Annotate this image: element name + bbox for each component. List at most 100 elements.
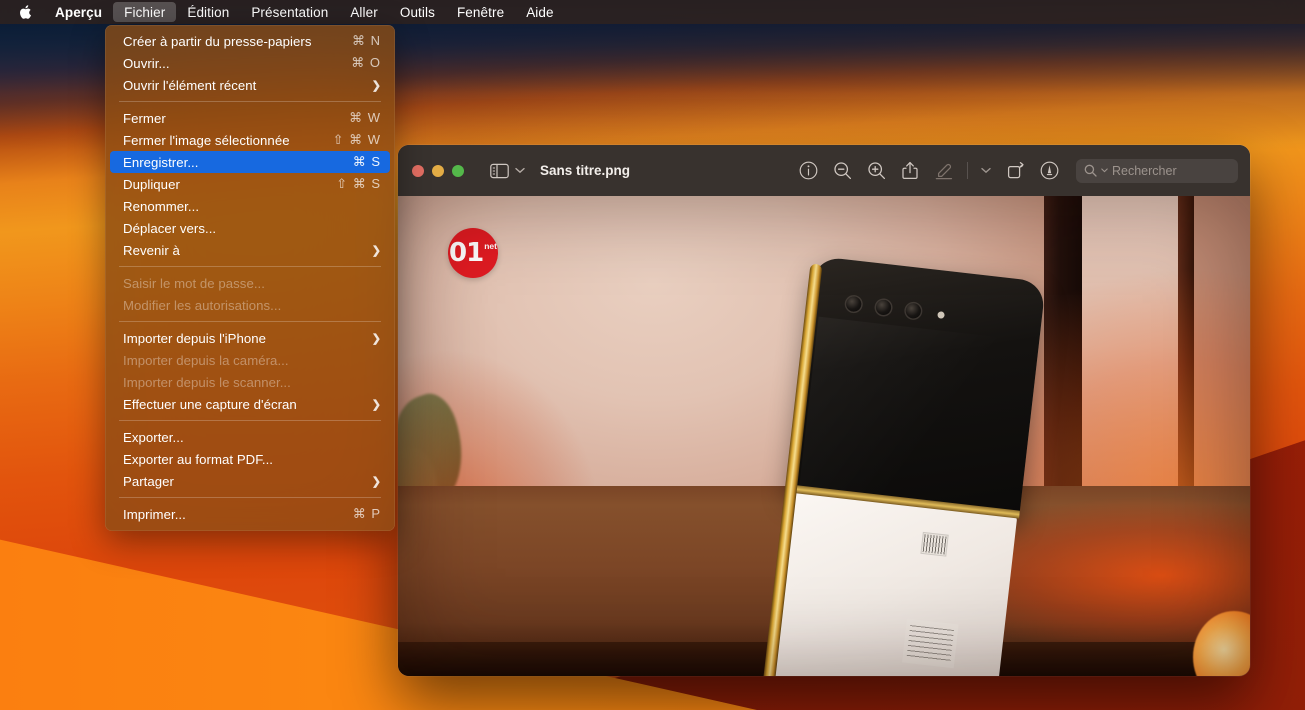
menu-item-label: Importer depuis la caméra...	[123, 352, 289, 368]
window-controls	[412, 164, 464, 177]
menu-item-saisir-le-mot-de-passe: Saisir le mot de passe...	[110, 272, 390, 294]
menu-item-label: Exporter au format PDF...	[123, 451, 274, 467]
menu-bar-item-dition[interactable]: Édition	[176, 2, 240, 22]
menu-separator	[119, 321, 381, 322]
menu-item-shortcut: ⇧ ⌘ W	[332, 132, 381, 147]
menu-item-ouvrir-l-l-ment-r-cent[interactable]: Ouvrir l'élément récent ❯	[110, 74, 390, 96]
zoom-in-icon[interactable]	[863, 158, 889, 184]
photo-phone-gloss	[799, 316, 1034, 511]
menu-item-shortcut: ⌘ W	[349, 110, 381, 125]
menu-bar-item-aide[interactable]: Aide	[515, 2, 564, 22]
menu-item-label: Ouvrir l'élément récent	[123, 77, 257, 93]
photo-phone-label-text	[922, 534, 947, 555]
search-input[interactable]: Rechercher	[1076, 158, 1238, 183]
minimize-button[interactable]	[432, 164, 444, 177]
watermark-suffix-text: net	[484, 241, 497, 251]
watermark-01net-logo: 01 net	[448, 228, 498, 278]
menu-separator	[119, 101, 381, 102]
menu-bar-items: Aperçu Fichier Édition Présentation Aller Out…	[44, 2, 565, 22]
annotate-icon[interactable]	[1036, 158, 1062, 184]
menu-bar-item-pr-sentation[interactable]: Présentation	[240, 2, 339, 22]
chevron-down-icon[interactable]	[512, 159, 528, 183]
menu-item-label: Imprimer...	[123, 506, 186, 522]
toolbar-divider	[967, 162, 968, 179]
menu-item-label: Revenir à	[123, 242, 180, 258]
menu-item-label: Créer à partir du presse-papiers	[123, 33, 312, 49]
menu-bar: Aperçu Fichier Édition Présentation Aller Out…	[0, 0, 1305, 24]
submenu-chevron-right-icon: ❯	[371, 79, 381, 92]
menu-bar-item-fichier[interactable]: Fichier	[113, 2, 177, 22]
close-button[interactable]	[412, 164, 424, 177]
menu-item-label: Enregistrer...	[123, 154, 199, 170]
markup-chevron-down-icon[interactable]	[978, 159, 994, 183]
menu-item-fermer-l-image-s-lectionn-e[interactable]: Fermer l'image sélectionnée ⇧ ⌘ W	[110, 129, 390, 151]
menu-item-shortcut: ⌘ O	[351, 55, 381, 70]
sidebar-toggle-icon[interactable]	[486, 158, 512, 184]
menu-bar-item-outils[interactable]: Outils	[389, 2, 446, 22]
menu-item-label: Saisir le mot de passe...	[123, 275, 265, 291]
rotate-icon[interactable]	[1002, 158, 1028, 184]
menu-item-label: Déplacer vers...	[123, 220, 217, 236]
menu-bar-item-aller[interactable]: Aller	[339, 2, 389, 22]
menu-item-importer-depuis-le-scanner: Importer depuis le scanner...	[110, 371, 390, 393]
photo-phone-lower-half	[769, 490, 1018, 676]
toolbar-right-group: Rechercher	[795, 158, 1238, 184]
menu-bar-item-aper-u[interactable]: Aperçu	[44, 2, 113, 22]
submenu-chevron-right-icon: ❯	[371, 398, 381, 411]
image-canvas[interactable]: 01 net	[398, 196, 1250, 676]
window-title: Sans titre.png	[540, 163, 631, 178]
menu-item-imprimer[interactable]: Imprimer... ⌘ P	[110, 503, 390, 525]
menu-item-shortcut: ⌘ P	[352, 506, 381, 521]
submenu-chevron-right-icon: ❯	[371, 475, 381, 488]
menu-item-label: Renommer...	[123, 198, 200, 214]
preview-window: Sans titre.png Rechercher 01 net	[398, 145, 1250, 676]
search-magnifier-icon	[1084, 164, 1097, 177]
menu-item-cr-er-partir-du-presse-papiers[interactable]: Créer à partir du presse-papiers ⌘ N	[110, 30, 390, 52]
menu-separator	[119, 420, 381, 421]
share-icon[interactable]	[897, 158, 923, 184]
menu-item-label: Dupliquer	[123, 176, 180, 192]
photo-smartphone	[761, 255, 1052, 676]
menu-separator	[119, 497, 381, 498]
zoom-out-icon[interactable]	[829, 158, 855, 184]
menu-item-label: Ouvrir...	[123, 55, 170, 71]
menu-item-exporter-au-format-pdf[interactable]: Exporter au format PDF...	[110, 448, 390, 470]
markup-highlight-icon[interactable]	[931, 158, 957, 184]
menu-separator	[119, 266, 381, 267]
zoom-button[interactable]	[452, 164, 464, 177]
menu-item-label: Effectuer une capture d'écran	[123, 396, 297, 412]
window-titlebar: Sans titre.png Rechercher	[398, 145, 1250, 196]
menu-item-importer-depuis-la-cam-ra: Importer depuis la caméra...	[110, 349, 390, 371]
menu-item-shortcut: ⇧ ⌘ S	[336, 176, 381, 191]
watermark-main-text: 01	[449, 238, 484, 268]
file-menu-dropdown[interactable]: Créer à partir du presse-papiers ⌘ N Ouvri…	[105, 25, 395, 531]
menu-item-label: Importer depuis l'iPhone	[123, 330, 266, 346]
menu-bar-item-fen-tre[interactable]: Fenêtre	[446, 2, 515, 22]
menu-item-importer-depuis-l-iphone[interactable]: Importer depuis l'iPhone ❯	[110, 327, 390, 349]
photo-phone-label2-text	[906, 625, 954, 664]
menu-item-label: Partager	[123, 473, 174, 489]
submenu-chevron-right-icon: ❯	[371, 244, 381, 257]
menu-item-enregistrer[interactable]: Enregistrer... ⌘ S	[110, 151, 390, 173]
apple-logo-icon[interactable]	[12, 2, 44, 22]
menu-item-effectuer-une-capture-d-cran[interactable]: Effectuer une capture d'écran ❯	[110, 393, 390, 415]
submenu-chevron-right-icon: ❯	[371, 332, 381, 345]
menu-item-modifier-les-autorisations: Modifier les autorisations...	[110, 294, 390, 316]
menu-item-partager[interactable]: Partager ❯	[110, 470, 390, 492]
search-chevron-down-icon	[1101, 168, 1108, 173]
menu-item-fermer[interactable]: Fermer ⌘ W	[110, 107, 390, 129]
menu-item-d-placer-vers[interactable]: Déplacer vers...	[110, 217, 390, 239]
menu-item-exporter[interactable]: Exporter...	[110, 426, 390, 448]
search-placeholder: Rechercher	[1112, 163, 1177, 178]
menu-item-shortcut: ⌘ S	[352, 154, 381, 169]
menu-item-revenir[interactable]: Revenir à ❯	[110, 239, 390, 261]
menu-item-renommer[interactable]: Renommer...	[110, 195, 390, 217]
menu-item-label: Fermer	[123, 110, 166, 126]
info-icon[interactable]	[795, 158, 821, 184]
menu-item-shortcut: ⌘ N	[352, 33, 381, 48]
menu-item-dupliquer[interactable]: Dupliquer ⇧ ⌘ S	[110, 173, 390, 195]
menu-item-label: Modifier les autorisations...	[123, 297, 282, 313]
menu-item-ouvrir[interactable]: Ouvrir... ⌘ O	[110, 52, 390, 74]
menu-item-label: Importer depuis le scanner...	[123, 374, 291, 390]
menu-item-label: Exporter...	[123, 429, 184, 445]
